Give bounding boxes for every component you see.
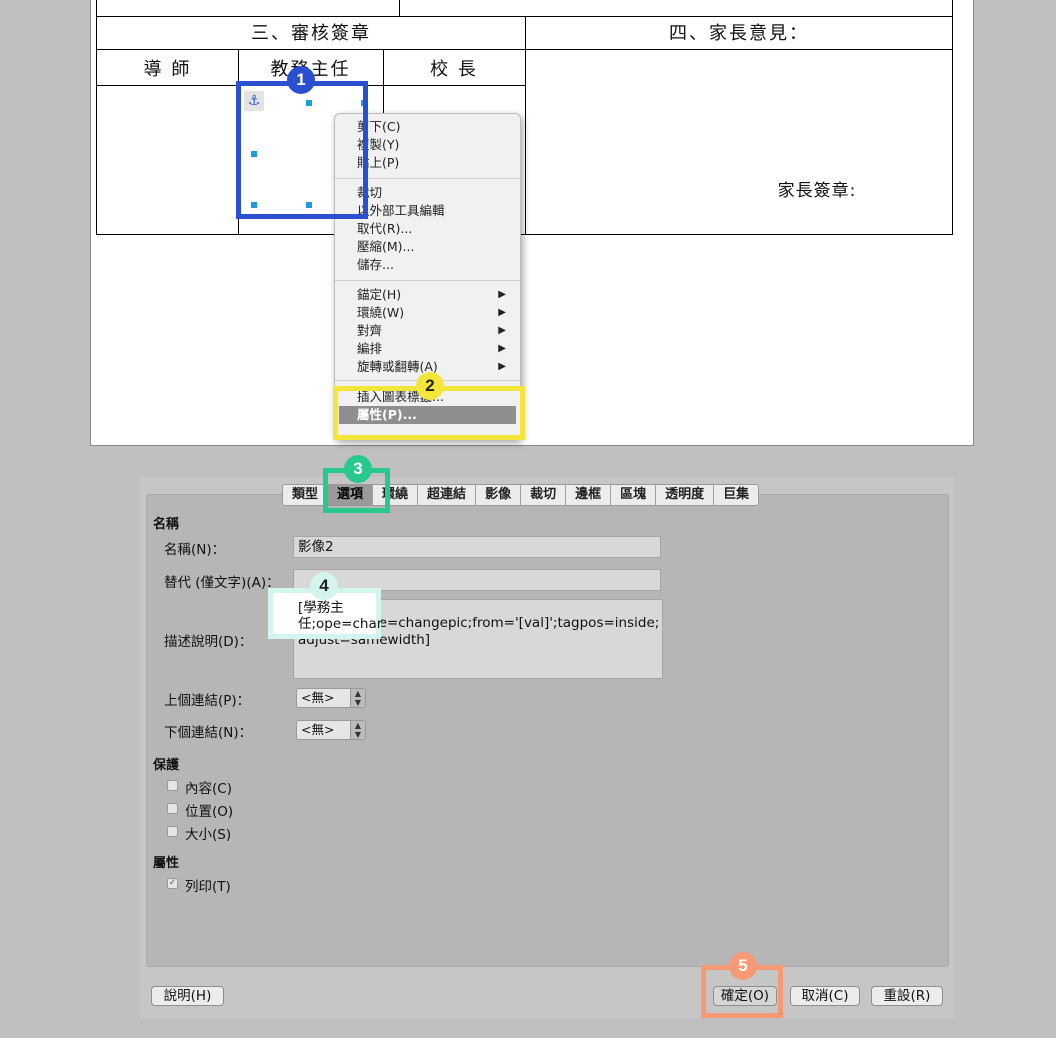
callout-4-text-line1: [學務主 <box>298 600 344 616</box>
submenu-arrow-icon: ▶ <box>498 307 506 318</box>
options-panel <box>146 494 949 967</box>
print-checkbox[interactable]: ✓ <box>167 878 178 889</box>
reset-button[interactable]: 重設(R) <box>871 986 943 1006</box>
alt-text-label: 替代 (僅文字)(A)： <box>164 575 280 591</box>
step-badge-1: 1 <box>287 66 315 94</box>
menu-item-anchor[interactable]: 錨定(H) ▶ <box>357 286 512 304</box>
protect-size-checkbox[interactable] <box>167 826 178 837</box>
section3-header: 三、審核簽章 <box>251 23 371 44</box>
protect-position-label: 位置(O) <box>185 804 234 820</box>
menu-item-replace[interactable]: 取代(R)... <box>357 220 512 238</box>
spinner-icon: ▲ ▼ <box>350 689 365 707</box>
tab-macro[interactable]: 巨集 <box>714 485 758 505</box>
submenu-arrow-icon: ▶ <box>498 325 506 336</box>
next-link-value: <無> <box>301 722 335 737</box>
name-input[interactable]: 影像2 <box>293 536 661 558</box>
submenu-arrow-icon: ▶ <box>498 361 506 372</box>
tab-type[interactable]: 類型 <box>283 485 329 505</box>
parent-signature-label: 家長簽章: <box>777 180 857 201</box>
submenu-arrow-icon: ▶ <box>498 289 506 300</box>
section4-header: 四、家長意見： <box>669 23 809 44</box>
step-badge-4: 4 <box>310 572 338 600</box>
tutor-header: 導 師 <box>143 58 192 80</box>
protect-content-label: 內容(C) <box>185 781 232 797</box>
menu-item-label: 編排 <box>357 341 383 356</box>
step-badge-2: 2 <box>416 372 444 400</box>
callout-box-1 <box>236 81 368 219</box>
principal-header: 校 長 <box>430 58 478 80</box>
callout-4-text-line2: 任;ope=char <box>298 616 383 632</box>
tab-borders[interactable]: 邊框 <box>566 485 612 505</box>
menu-item-cut[interactable]: 剪下(C) <box>357 118 512 136</box>
menu-item-compress[interactable]: 壓縮(M)... <box>357 238 512 256</box>
document-page: 三、審核簽章 四、家長意見： 導 師 教務主任 校 長 家長簽章: <box>90 0 974 446</box>
tab-transparency[interactable]: 透明度 <box>656 485 715 505</box>
tab-crop[interactable]: 裁切 <box>521 485 567 505</box>
tab-image[interactable]: 影像 <box>476 485 522 505</box>
menu-item-wrap[interactable]: 環繞(W) ▶ <box>357 304 512 322</box>
tab-area[interactable]: 區塊 <box>611 485 657 505</box>
protect-size-label: 大小(S) <box>185 827 232 843</box>
menu-item-label: 錨定(H) <box>357 287 402 302</box>
image-properties-dialog: 類型 選項 環繞 超連結 影像 裁切 邊框 區塊 透明度 巨集 名稱 名稱(N)… <box>140 477 954 1018</box>
menu-item-copy[interactable]: 複製(Y) <box>357 136 512 154</box>
description-label: 描述說明(D)： <box>164 634 253 650</box>
menu-item-align[interactable]: 對齊 ▶ <box>357 322 512 340</box>
menu-item-edit-external[interactable]: 以外部工具編輯 <box>357 202 512 220</box>
next-link-select[interactable]: <無> ▲ ▼ <box>296 720 366 740</box>
submenu-arrow-icon: ▶ <box>498 343 506 354</box>
prev-link-label: 上個連結(P)： <box>164 693 251 709</box>
spinner-icon: ▲ ▼ <box>350 721 365 739</box>
menu-item-save[interactable]: 儲存... <box>357 256 512 274</box>
menu-item-label: 環繞(W) <box>357 305 405 320</box>
section-protect-heading: 保護 <box>153 758 180 773</box>
step-badge-5: 5 <box>729 952 757 980</box>
next-link-label: 下個連結(N)： <box>164 725 253 741</box>
section-properties-heading: 屬性 <box>153 856 180 871</box>
menu-item-paste[interactable]: 貼上(P) <box>357 154 512 172</box>
name-label: 名稱(N)： <box>164 542 226 558</box>
help-button[interactable]: 說明(H) <box>151 986 224 1006</box>
cancel-button[interactable]: 取消(C) <box>790 986 860 1006</box>
menu-item-label: 對齊 <box>357 323 383 338</box>
menu-item-arrange[interactable]: 編排 ▶ <box>357 340 512 358</box>
section-name-heading: 名稱 <box>153 517 180 532</box>
protect-content-checkbox[interactable] <box>167 780 178 791</box>
approval-table: 三、審核簽章 四、家長意見： 導 師 教務主任 校 長 家長簽章: <box>96 0 953 235</box>
protect-position-checkbox[interactable] <box>167 803 178 814</box>
prev-link-select[interactable]: <無> ▲ ▼ <box>296 688 366 708</box>
tab-hyperlink[interactable]: 超連結 <box>418 485 477 505</box>
menu-separator <box>335 280 520 281</box>
prev-link-value: <無> <box>301 690 335 705</box>
print-label: 列印(T) <box>185 879 231 895</box>
menu-item-crop[interactable]: 裁切 <box>357 184 512 202</box>
step-badge-3: 3 <box>344 455 372 483</box>
